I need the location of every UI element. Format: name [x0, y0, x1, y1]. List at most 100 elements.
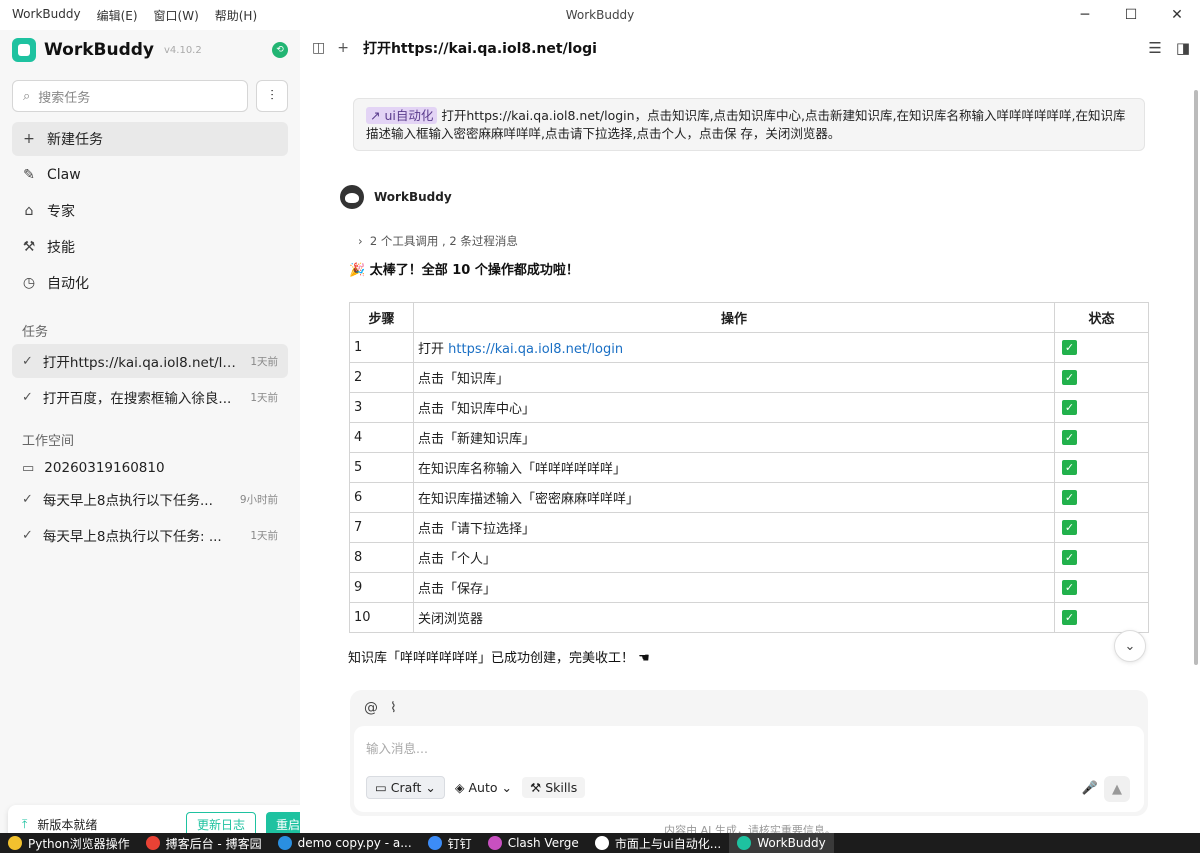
taskbar-item[interactable]: 钉钉 — [420, 833, 480, 853]
tag-icon: ↗ — [370, 108, 381, 123]
taskbar-item[interactable]: demo copy.py - a... — [270, 833, 420, 853]
taskbar-item[interactable]: Clash Verge — [480, 833, 587, 853]
nav-label: Claw — [47, 167, 81, 183]
app-icon — [145, 836, 160, 850]
new-tab-icon[interactable]: + — [337, 40, 349, 56]
table-row: 2 点击「知识库」 ✓ — [349, 362, 1149, 393]
step-number: 3 — [349, 392, 414, 423]
workspace-task-item[interactable]: ✓ 每天早上8点执行以下任务... 9小时前 — [12, 482, 288, 516]
menu-icon[interactable]: ☰ — [1148, 39, 1161, 57]
claw-icon: ✎ — [23, 167, 35, 183]
nav-automation[interactable]: ◷ 自动化 — [12, 266, 288, 300]
taskbar-label: 搏客后台 - 搏客园 — [165, 836, 262, 851]
nav-label: 专家 — [47, 204, 75, 220]
graduation-cap-icon: ⌂ — [24, 203, 34, 219]
mode-selector[interactable]: ▭ Craft ⌄ — [366, 776, 445, 799]
header-action: 操作 — [413, 302, 1055, 333]
check-mark-icon: ✓ — [1062, 580, 1077, 595]
step-action: 点击「请下拉选择」 — [413, 512, 1055, 543]
message-input[interactable]: 输入消息... ▭ Craft ⌄ ◈ Auto ⌄ ⚒ Skills 🎤 ▲ — [354, 726, 1144, 812]
nav-skills[interactable]: ⚒ 技能 — [12, 230, 288, 264]
scrollbar[interactable] — [1194, 90, 1198, 665]
user-message-text: 打开https://kai.qa.iol8.net/login，点击知识库,点击… — [366, 108, 1126, 141]
nav-label: 新建任务 — [47, 132, 103, 148]
layers-icon: ◈ — [454, 780, 465, 795]
menu-app[interactable]: WorkBuddy — [12, 7, 81, 24]
taskbar-item[interactable]: 搏客后台 - 搏客园 — [138, 833, 270, 853]
check-mark-icon: ✓ — [1062, 460, 1077, 475]
sliders-icon: ⫶ — [270, 88, 274, 104]
filter-button[interactable]: ⫶ — [256, 80, 288, 112]
skills-button[interactable]: ⚒ Skills — [521, 777, 586, 798]
mode-label: Craft — [390, 780, 422, 795]
table-row: 1 打开 https://kai.qa.iol8.net/login ✓ — [349, 332, 1149, 363]
task-title: 每天早上8点执行以下任务... — [42, 493, 213, 509]
nav-claw[interactable]: ✎ Claw — [12, 158, 288, 192]
conversation-title: 打开https://kai.qa.iol8.net/logi — [362, 41, 597, 57]
composer: @ ⌇ 输入消息... ▭ Craft ⌄ ◈ Auto ⌄ ⚒ Skills … — [350, 690, 1148, 816]
step-action: 在知识库描述输入「密密麻麻咩咩咩」 — [413, 482, 1055, 513]
nav-label: 技能 — [47, 240, 75, 256]
skills-icon: ⚒ — [22, 239, 36, 255]
taskbar-label: 市面上与ui自动化... — [614, 836, 722, 851]
step-action: 关闭浏览器 — [413, 602, 1055, 633]
app-icon — [594, 836, 609, 850]
step-status: ✓ — [1054, 422, 1149, 453]
check-mark-icon: ✓ — [1062, 340, 1077, 355]
top-bar: ◫ + 打开https://kai.qa.iol8.net/logi ☰ ◨ — [300, 30, 1200, 66]
version-label: v4.10.2 — [164, 44, 202, 56]
step-status: ✓ — [1054, 332, 1149, 363]
tag-label: ui自动化 — [384, 108, 434, 123]
menu-help[interactable]: 帮助(H) — [215, 7, 257, 24]
search-input[interactable]: ⌕ 搜索任务 — [12, 80, 248, 112]
panel-toggle-icon[interactable]: ◨ — [1176, 39, 1190, 57]
success-text: 太棒了！全部 10 个操作都成功啦！ — [369, 263, 579, 278]
sidebar-toggle-icon[interactable]: ◫ — [312, 40, 325, 56]
minimize-icon[interactable]: ─ — [1062, 0, 1108, 30]
close-icon[interactable]: ✕ — [1154, 0, 1200, 30]
check-mark-icon: ✓ — [1062, 520, 1077, 535]
menu-edit[interactable]: 编辑(E) — [97, 7, 138, 24]
bot-header: WorkBuddy — [340, 185, 452, 209]
task-title: 打开https://kai.qa.iol8.net/logi — [42, 355, 241, 371]
taskbar-item[interactable]: 市面上与ui自动化... — [587, 833, 729, 853]
update-text: 新版本就绪 — [37, 817, 98, 832]
link-status-icon[interactable]: ⟲ — [272, 42, 288, 58]
microphone-icon[interactable]: 🎤 — [1082, 781, 1098, 796]
taskbar-label: 钉钉 — [447, 836, 472, 851]
step-status: ✓ — [1054, 452, 1149, 483]
step-number: 8 — [349, 542, 414, 573]
model-selector[interactable]: ◈ Auto ⌄ — [455, 780, 512, 795]
step-number: 1 — [349, 332, 414, 363]
taskbar-item[interactable]: WorkBuddy — [729, 833, 834, 853]
task-title: 打开百度，在搜索框输入徐良... — [42, 391, 232, 407]
step-number: 4 — [349, 422, 414, 453]
step-status: ✓ — [1054, 602, 1149, 633]
workspace-task-item[interactable]: ✓ 每天早上8点执行以下任务: ... 1天前 — [12, 518, 288, 552]
nav-experts[interactable]: ⌂ 专家 — [12, 194, 288, 228]
party-popper-icon: 🎉 — [349, 263, 366, 278]
table-row: 3 点击「知识库中心」 ✓ — [349, 392, 1149, 423]
task-title: 每天早上8点执行以下任务: ... — [42, 529, 222, 545]
attachment-icon[interactable]: ⌇ — [390, 700, 397, 716]
task-item[interactable]: ✓ 打开百度，在搜索框输入徐良... 1天前 — [12, 380, 288, 414]
task-item[interactable]: ✓ 打开https://kai.qa.iol8.net/logi 1天前 — [12, 344, 288, 378]
mention-icon[interactable]: @ — [364, 700, 378, 716]
tool-summary[interactable]: › 2 个工具调用 , 2 条过程消息 — [358, 233, 518, 249]
scroll-to-bottom-button[interactable]: ⌄ — [1114, 630, 1146, 662]
workbuddy-logo-icon — [12, 38, 36, 62]
app-icon — [427, 836, 442, 850]
chevron-down-icon: ⌄ — [425, 780, 436, 795]
maximize-icon[interactable]: ☐ — [1108, 0, 1154, 30]
header-step: 步骤 — [349, 302, 414, 333]
send-button[interactable]: ▲ — [1104, 776, 1130, 802]
nav-label: 自动化 — [47, 276, 89, 292]
menu-window[interactable]: 窗口(W) — [154, 7, 199, 24]
app-icon — [487, 836, 502, 850]
workspace-folder[interactable]: ▭ 20260319160810 — [12, 451, 288, 485]
nav-new-task[interactable]: + 新建任务 — [12, 122, 288, 156]
task-time: 1天前 — [250, 391, 278, 404]
action-link[interactable]: https://kai.qa.iol8.net/login — [448, 342, 623, 357]
taskbar-item[interactable]: Python浏览器操作 — [0, 833, 138, 853]
model-label: Auto — [468, 780, 498, 795]
